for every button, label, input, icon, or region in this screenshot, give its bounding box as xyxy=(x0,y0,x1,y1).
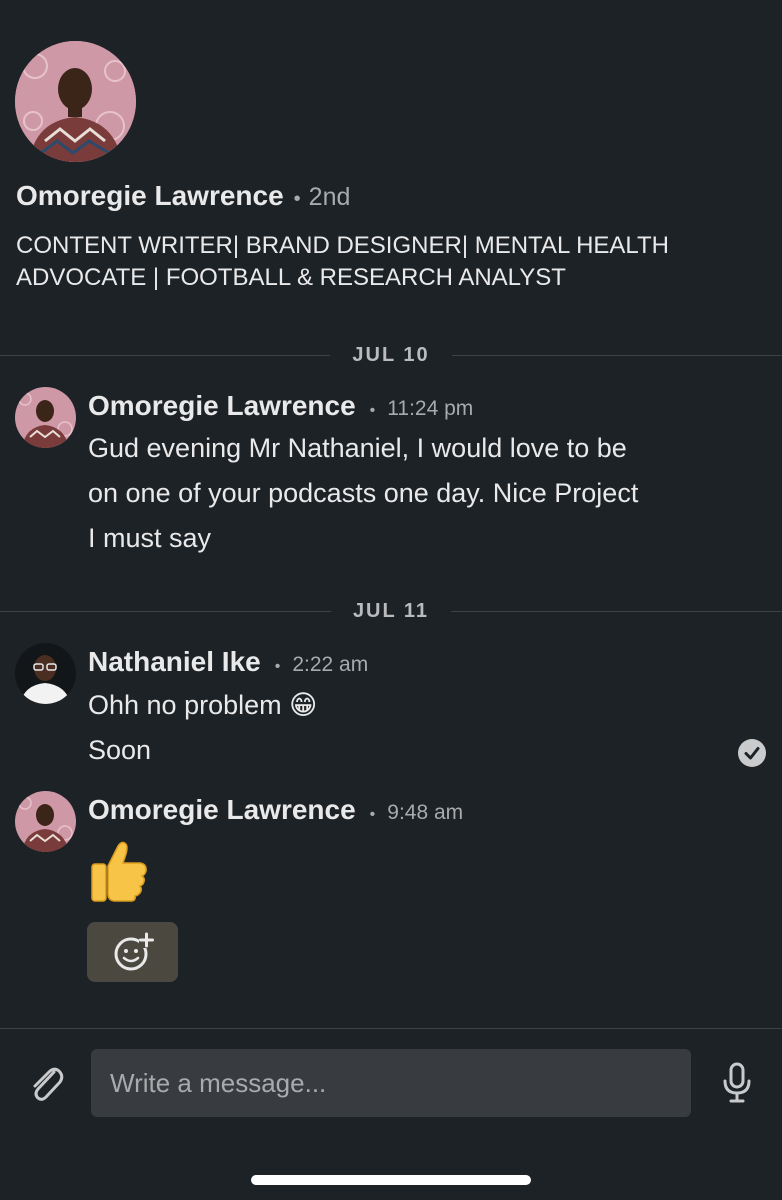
message-line: I must say xyxy=(88,523,212,553)
sender-avatar[interactable] xyxy=(15,643,76,704)
add-reaction-icon xyxy=(114,932,154,971)
message-header: Omoregie Lawrence • 9:48 am xyxy=(88,794,463,826)
home-indicator[interactable] xyxy=(251,1175,531,1185)
message-line: Gud evening Mr Nathaniel, I would love t… xyxy=(88,433,627,463)
composer-divider xyxy=(0,1028,782,1029)
attach-button[interactable] xyxy=(24,1062,68,1106)
message-time: 11:24 pm xyxy=(387,397,474,420)
connection-degree: 2nd xyxy=(308,183,351,211)
date-label: JUL 11 xyxy=(352,599,430,622)
avatar-photo xyxy=(15,387,76,448)
separator-dot: • xyxy=(293,188,301,210)
message-header: Omoregie Lawrence • 11:24 pm xyxy=(88,390,473,422)
divider-line xyxy=(0,610,331,612)
message-header: Nathaniel Ike • 2:22 am xyxy=(88,646,368,678)
avatar-photo xyxy=(15,643,76,704)
sender-name[interactable]: Omoregie Lawrence xyxy=(88,794,356,826)
thumbs-up-icon xyxy=(88,838,152,902)
separator-dot: • xyxy=(369,402,376,419)
date-divider: JUL 11 xyxy=(0,596,782,626)
profile-avatar[interactable] xyxy=(15,41,136,162)
sender-name[interactable]: Nathaniel Ike xyxy=(88,646,261,678)
read-check-icon xyxy=(738,739,766,767)
profile-name[interactable]: Omoregie Lawrence xyxy=(16,180,284,212)
divider-line xyxy=(0,354,331,356)
microphone-icon xyxy=(723,1062,751,1103)
add-reaction-button[interactable] xyxy=(87,922,178,982)
microphone-button[interactable] xyxy=(721,1062,753,1104)
separator-dot: • xyxy=(274,658,281,675)
message-time: 2:22 am xyxy=(292,653,369,676)
sender-name[interactable]: Omoregie Lawrence xyxy=(88,390,356,422)
sender-avatar[interactable] xyxy=(15,791,76,852)
divider-line xyxy=(451,354,782,356)
divider-line xyxy=(451,610,782,612)
message-line: Soon xyxy=(88,735,152,765)
message-time: 9:48 am xyxy=(387,801,464,824)
profile-name-row: Omoregie Lawrence • 2nd xyxy=(16,180,350,212)
avatar-photo xyxy=(15,791,76,852)
sender-avatar[interactable] xyxy=(15,387,76,448)
message-line: on one of your podcasts one day. Nice Pr… xyxy=(88,478,639,508)
message-line: Ohh no problem 😁 xyxy=(88,690,318,720)
message-body: Gud evening Mr Nathaniel, I would love t… xyxy=(88,426,748,561)
separator-dot: • xyxy=(369,806,376,823)
paperclip-icon xyxy=(33,1067,64,1101)
profile-headline: CONTENT WRITER| BRAND DESIGNER| MENTAL H… xyxy=(16,232,669,291)
date-divider: JUL 10 xyxy=(0,340,782,370)
profile-photo xyxy=(15,41,136,162)
message-input[interactable] xyxy=(91,1049,691,1117)
message-body: Ohh no problem 😁 Soon xyxy=(88,683,748,773)
date-label: JUL 10 xyxy=(352,343,430,366)
